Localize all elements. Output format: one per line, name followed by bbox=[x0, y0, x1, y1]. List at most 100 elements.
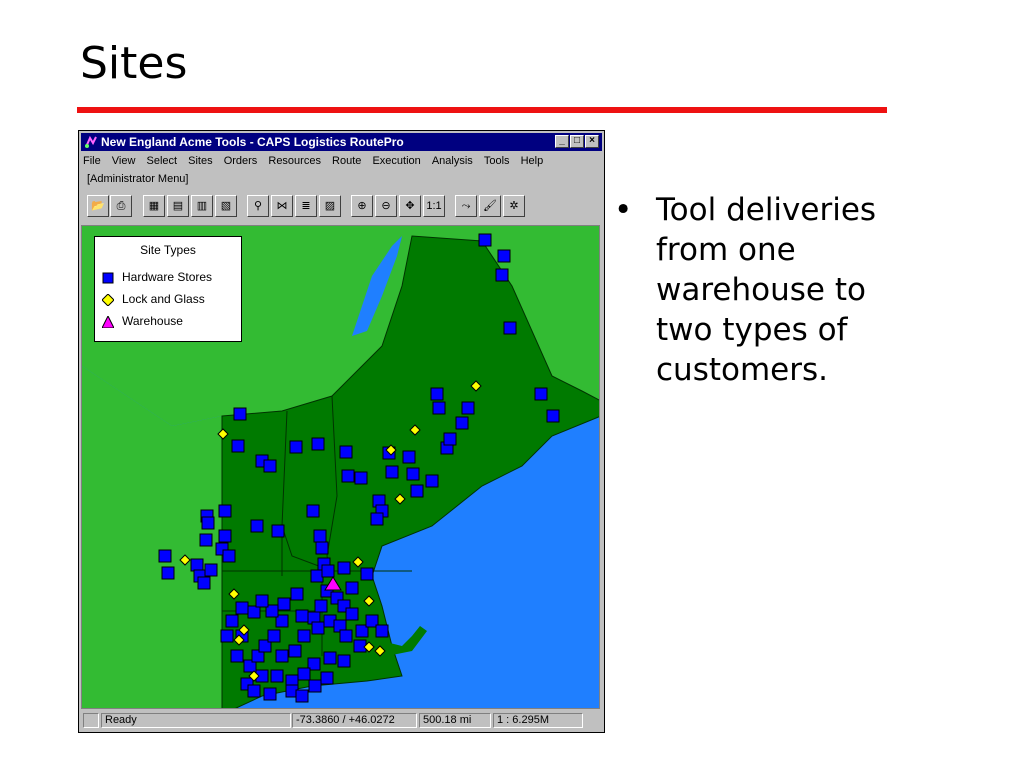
hardware-store-marker[interactable] bbox=[354, 471, 368, 485]
hardware-store-marker[interactable] bbox=[323, 651, 337, 665]
hardware-store-marker[interactable] bbox=[290, 587, 304, 601]
table-icon[interactable]: ▤ bbox=[167, 195, 189, 217]
hardware-store-marker[interactable] bbox=[534, 387, 548, 401]
menu-execution[interactable]: Execution bbox=[372, 153, 420, 170]
hardware-store-marker[interactable] bbox=[295, 689, 309, 703]
menu-resources[interactable]: Resources bbox=[268, 153, 321, 170]
hardware-store-marker[interactable] bbox=[370, 512, 384, 526]
hardware-store-marker[interactable] bbox=[161, 566, 175, 580]
hardware-store-marker[interactable] bbox=[295, 609, 309, 623]
hardware-store-marker[interactable] bbox=[297, 629, 311, 643]
hardware-store-marker[interactable] bbox=[410, 484, 424, 498]
maximize-button[interactable]: □ bbox=[570, 135, 584, 148]
hardware-store-marker[interactable] bbox=[314, 599, 328, 613]
map-view[interactable]: Site Types Hardware Stores Lock and Glas… bbox=[81, 225, 600, 709]
hardware-store-marker[interactable] bbox=[247, 605, 261, 619]
hardware-store-marker[interactable] bbox=[337, 654, 351, 668]
hardware-store-marker[interactable] bbox=[201, 516, 215, 530]
list-icon[interactable]: ≣ bbox=[295, 195, 317, 217]
hardware-store-marker[interactable] bbox=[218, 529, 232, 543]
hardware-store-marker[interactable] bbox=[277, 597, 291, 611]
close-button[interactable]: × bbox=[585, 135, 599, 148]
hardware-store-marker[interactable] bbox=[345, 607, 359, 621]
menu-select[interactable]: Select bbox=[147, 153, 178, 170]
hardware-store-marker[interactable] bbox=[199, 533, 213, 547]
hardware-store-marker[interactable] bbox=[375, 624, 389, 638]
hardware-store-marker[interactable] bbox=[231, 439, 245, 453]
hardware-store-marker[interactable] bbox=[220, 629, 234, 643]
hardware-store-marker[interactable] bbox=[218, 504, 232, 518]
hardware-store-marker[interactable] bbox=[320, 671, 334, 685]
hardware-store-marker[interactable] bbox=[311, 621, 325, 635]
menu-sites[interactable]: Sites bbox=[188, 153, 212, 170]
menu-tools[interactable]: Tools bbox=[484, 153, 510, 170]
hardware-store-marker[interactable] bbox=[321, 564, 335, 578]
administrator-menu[interactable]: [Administrator Menu] bbox=[87, 173, 188, 185]
minimize-button[interactable]: _ bbox=[555, 135, 569, 148]
open-folder-icon[interactable]: 📂 bbox=[87, 195, 109, 217]
hardware-store-marker[interactable] bbox=[158, 549, 172, 563]
hardware-store-marker[interactable] bbox=[233, 407, 247, 421]
menu-route[interactable]: Route bbox=[332, 153, 361, 170]
network-icon[interactable]: ⋈ bbox=[271, 195, 293, 217]
zoom-out-icon[interactable]: ⊖ bbox=[375, 195, 397, 217]
hardware-store-marker[interactable] bbox=[432, 401, 446, 415]
hardware-store-marker[interactable] bbox=[289, 440, 303, 454]
find-icon[interactable]: ⚲ bbox=[247, 195, 269, 217]
hardware-store-marker[interactable] bbox=[443, 432, 457, 446]
hardware-store-marker[interactable] bbox=[503, 321, 517, 335]
hardware-store-marker[interactable] bbox=[235, 601, 249, 615]
table-icon[interactable]: ▧ bbox=[215, 195, 237, 217]
hardware-store-marker[interactable] bbox=[271, 524, 285, 538]
hardware-store-marker[interactable] bbox=[263, 687, 277, 701]
brush-icon[interactable]: 🖌 bbox=[479, 195, 501, 217]
hardware-store-marker[interactable] bbox=[495, 268, 509, 282]
menu-orders[interactable]: Orders bbox=[224, 153, 258, 170]
hardware-store-marker[interactable] bbox=[339, 445, 353, 459]
table-icon[interactable]: ▥ bbox=[191, 195, 213, 217]
chart-icon[interactable]: ▨ bbox=[319, 195, 341, 217]
hardware-store-marker[interactable] bbox=[204, 563, 218, 577]
pan-icon[interactable]: ✥ bbox=[399, 195, 421, 217]
hardware-store-marker[interactable] bbox=[222, 549, 236, 563]
hardware-store-marker[interactable] bbox=[255, 594, 269, 608]
hardware-store-marker[interactable] bbox=[360, 567, 374, 581]
hardware-store-marker[interactable] bbox=[190, 558, 204, 572]
hardware-store-marker[interactable] bbox=[230, 649, 244, 663]
hardware-store-marker[interactable] bbox=[308, 679, 322, 693]
hardware-store-marker[interactable] bbox=[313, 529, 327, 543]
hardware-store-marker[interactable] bbox=[297, 667, 311, 681]
hardware-store-marker[interactable] bbox=[341, 469, 355, 483]
hardware-store-marker[interactable] bbox=[461, 401, 475, 415]
hardware-store-marker[interactable] bbox=[406, 467, 420, 481]
print-icon[interactable]: ⎙ bbox=[110, 195, 132, 217]
hardware-store-marker[interactable] bbox=[270, 669, 284, 683]
hardware-store-marker[interactable] bbox=[275, 649, 289, 663]
hardware-store-marker[interactable] bbox=[263, 459, 277, 473]
menu-view[interactable]: View bbox=[112, 153, 136, 170]
hardware-store-marker[interactable] bbox=[385, 465, 399, 479]
hardware-store-marker[interactable] bbox=[402, 450, 416, 464]
hardware-store-marker[interactable] bbox=[546, 409, 560, 423]
hardware-store-marker[interactable] bbox=[310, 569, 324, 583]
menu-analysis[interactable]: Analysis bbox=[432, 153, 473, 170]
one-to-one-icon[interactable]: 1:1 bbox=[423, 195, 445, 217]
hardware-store-marker[interactable] bbox=[497, 249, 511, 263]
hardware-store-marker[interactable] bbox=[425, 474, 439, 488]
route-icon[interactable]: ⤳ bbox=[455, 195, 477, 217]
hardware-store-marker[interactable] bbox=[353, 639, 367, 653]
table-icon[interactable]: ▦ bbox=[143, 195, 165, 217]
hardware-store-marker[interactable] bbox=[306, 504, 320, 518]
hardware-store-marker[interactable] bbox=[478, 233, 492, 247]
hardware-store-marker[interactable] bbox=[455, 416, 469, 430]
menu-file[interactable]: File bbox=[83, 153, 101, 170]
hardware-store-marker[interactable] bbox=[197, 576, 211, 590]
hardware-store-marker[interactable] bbox=[337, 561, 351, 575]
hardware-store-marker[interactable] bbox=[339, 629, 353, 643]
hardware-store-marker[interactable] bbox=[225, 614, 239, 628]
hardware-store-marker[interactable] bbox=[315, 541, 329, 555]
hardware-store-marker[interactable] bbox=[267, 629, 281, 643]
hardware-store-marker[interactable] bbox=[430, 387, 444, 401]
window-titlebar[interactable]: New England Acme Tools - CAPS Logistics … bbox=[81, 133, 602, 151]
menu-help[interactable]: Help bbox=[521, 153, 544, 170]
